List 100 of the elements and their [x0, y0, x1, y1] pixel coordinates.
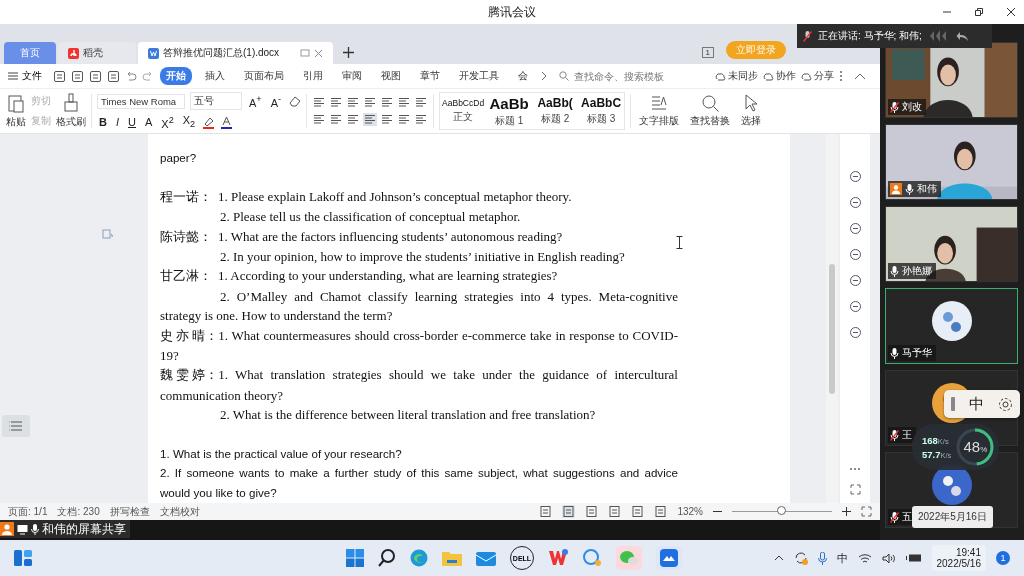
wifi-icon[interactable] [857, 552, 872, 564]
paragraph-format-icon[interactable] [397, 113, 412, 126]
font-size-button[interactable]: A$^{+}$ [247, 94, 264, 109]
widgets-icon[interactable] [14, 550, 32, 566]
view-mode-icon[interactable] [539, 505, 553, 518]
microphone-icon[interactable] [817, 551, 827, 565]
action-button[interactable]: 分享 [801, 69, 834, 83]
side-tool-icon[interactable] [848, 170, 862, 183]
style-option[interactable]: AaBbCcDd 正文 [440, 93, 487, 129]
document-tab[interactable]: 稻壳 [58, 42, 136, 64]
proofread-button[interactable]: 文档校对 [159, 504, 200, 519]
battery-icon[interactable] [905, 553, 922, 563]
paragraph-format-icon[interactable] [414, 113, 429, 126]
window-count[interactable]: 1 [701, 47, 714, 58]
expand-icon[interactable] [849, 484, 861, 495]
volume-icon[interactable] [881, 552, 896, 564]
side-tool-icon[interactable] [848, 248, 862, 261]
font-size-button[interactable]: A$^{-}$ [268, 94, 284, 109]
ribbon-tab[interactable]: 会 [512, 67, 534, 85]
style-option[interactable]: AaBbC 标题 3 [578, 93, 625, 129]
paragraph-format-icon[interactable] [312, 96, 327, 109]
paste-button[interactable]: 粘贴 [6, 93, 26, 129]
view-mode-icon[interactable] [654, 505, 668, 518]
notification-badge[interactable]: 1 [996, 551, 1010, 565]
highlighter-icon[interactable] [202, 115, 216, 129]
undo-icon[interactable] [125, 70, 137, 82]
paragraph-format-icon[interactable] [380, 96, 395, 109]
collapse-icon[interactable] [854, 72, 866, 80]
meeting-app-icon[interactable] [656, 546, 682, 570]
zoom-slider[interactable] [777, 506, 786, 515]
paragraph-format-icon[interactable] [329, 96, 344, 109]
format-painter-button[interactable]: 格式刷 [56, 93, 86, 129]
view-mode-icon[interactable] [585, 505, 599, 518]
format-button[interactable]: A [142, 116, 155, 128]
ribbon-tab[interactable]: 审阅 [336, 67, 368, 85]
new-tab-icon[interactable] [343, 47, 354, 58]
paragraph-format-icon[interactable] [380, 113, 395, 126]
eraser-icon[interactable] [288, 95, 302, 108]
ribbon-tab[interactable]: 插入 [199, 67, 231, 85]
style-option[interactable]: AaBb 标题 1 [486, 93, 533, 129]
action-button[interactable]: 未同步 [715, 69, 758, 83]
more-icon[interactable] [839, 70, 843, 82]
chevron-up-icon[interactable] [773, 555, 784, 561]
settings-icon[interactable] [998, 396, 1013, 412]
format-button[interactable]: X$_{2}$ [180, 114, 198, 130]
ribbon-tool-button[interactable]: 文字排版 [636, 94, 683, 128]
side-tool-icon[interactable] [848, 274, 862, 287]
zoom-level[interactable]: 132% [677, 506, 703, 517]
command-search-field[interactable]: 查找命令、搜索模板 [559, 69, 680, 83]
paragraph-format-icon[interactable] [312, 113, 327, 126]
video-tile[interactable]: 和伟 [885, 124, 1018, 200]
ribbon-tool-button[interactable]: 查找替换 [687, 94, 734, 128]
video-tile[interactable]: 孙艳娜 [885, 206, 1018, 282]
chevron-right-icon[interactable] [540, 71, 548, 81]
scroll-thumb[interactable] [829, 264, 835, 394]
restore-icon[interactable] [974, 7, 984, 17]
paragraph-format-icon[interactable] [363, 113, 378, 126]
format-button[interactable]: I [113, 116, 121, 128]
input-language[interactable]: 中 [836, 550, 848, 566]
more-icon[interactable] [849, 467, 861, 471]
paragraph-format-icon[interactable] [397, 96, 412, 109]
side-tool-icon[interactable] [848, 196, 862, 209]
paragraph-format-icon[interactable] [346, 96, 361, 109]
toolbar-icon[interactable] [107, 69, 120, 83]
toolbar-icon[interactable] [53, 69, 66, 83]
chat-bubble-icon[interactable] [582, 549, 602, 567]
ribbon-tab[interactable]: 开始 [160, 67, 192, 85]
fullscreen-icon[interactable] [861, 506, 872, 517]
side-tool-icon[interactable] [848, 300, 862, 313]
paragraph-format-icon[interactable] [346, 113, 361, 126]
video-tile[interactable]: 刘改 [885, 42, 1018, 118]
zoom-in-icon[interactable] [842, 507, 851, 516]
format-button[interactable]: U [126, 116, 138, 128]
clock[interactable]: 19:41 2022/5/16 [931, 545, 986, 571]
view-mode-icon[interactable] [631, 505, 645, 518]
side-tool-icon[interactable] [848, 222, 862, 235]
side-tool-icon[interactable] [848, 326, 862, 339]
format-button[interactable]: X$^{2}$ [159, 114, 176, 130]
browser-icon[interactable] [410, 549, 428, 567]
style-option[interactable]: AaBb( 标题 2 [532, 93, 579, 129]
input-mode-toggle[interactable]: 中 [969, 394, 984, 414]
video-tile[interactable]: 马予华 [885, 288, 1018, 364]
view-mode-icon[interactable] [562, 505, 576, 518]
view-mode-icon[interactable] [608, 505, 622, 518]
paragraph-format-icon[interactable] [414, 96, 429, 109]
format-button[interactable]: B [97, 116, 109, 128]
paragraph-format-icon[interactable] [363, 96, 378, 109]
paragraph-format-icon[interactable] [329, 113, 344, 126]
ribbon-tab[interactable]: 视图 [375, 67, 407, 85]
outline-toggle-icon[interactable] [2, 415, 30, 437]
back-arrow-icon[interactable] [955, 30, 969, 42]
mail-icon[interactable] [476, 550, 496, 566]
sync-icon[interactable] [793, 551, 808, 565]
ribbon-tab[interactable]: 开发工具 [453, 67, 505, 85]
font-dropdown[interactable]: Times New Roma [97, 93, 185, 109]
action-button[interactable]: 协作 [763, 69, 796, 83]
font-color-icon[interactable] [220, 115, 234, 129]
close-icon[interactable] [1006, 7, 1016, 17]
file-menu[interactable]: 文件 [8, 69, 42, 83]
ribbon-tab[interactable]: 页面布局 [238, 67, 290, 85]
